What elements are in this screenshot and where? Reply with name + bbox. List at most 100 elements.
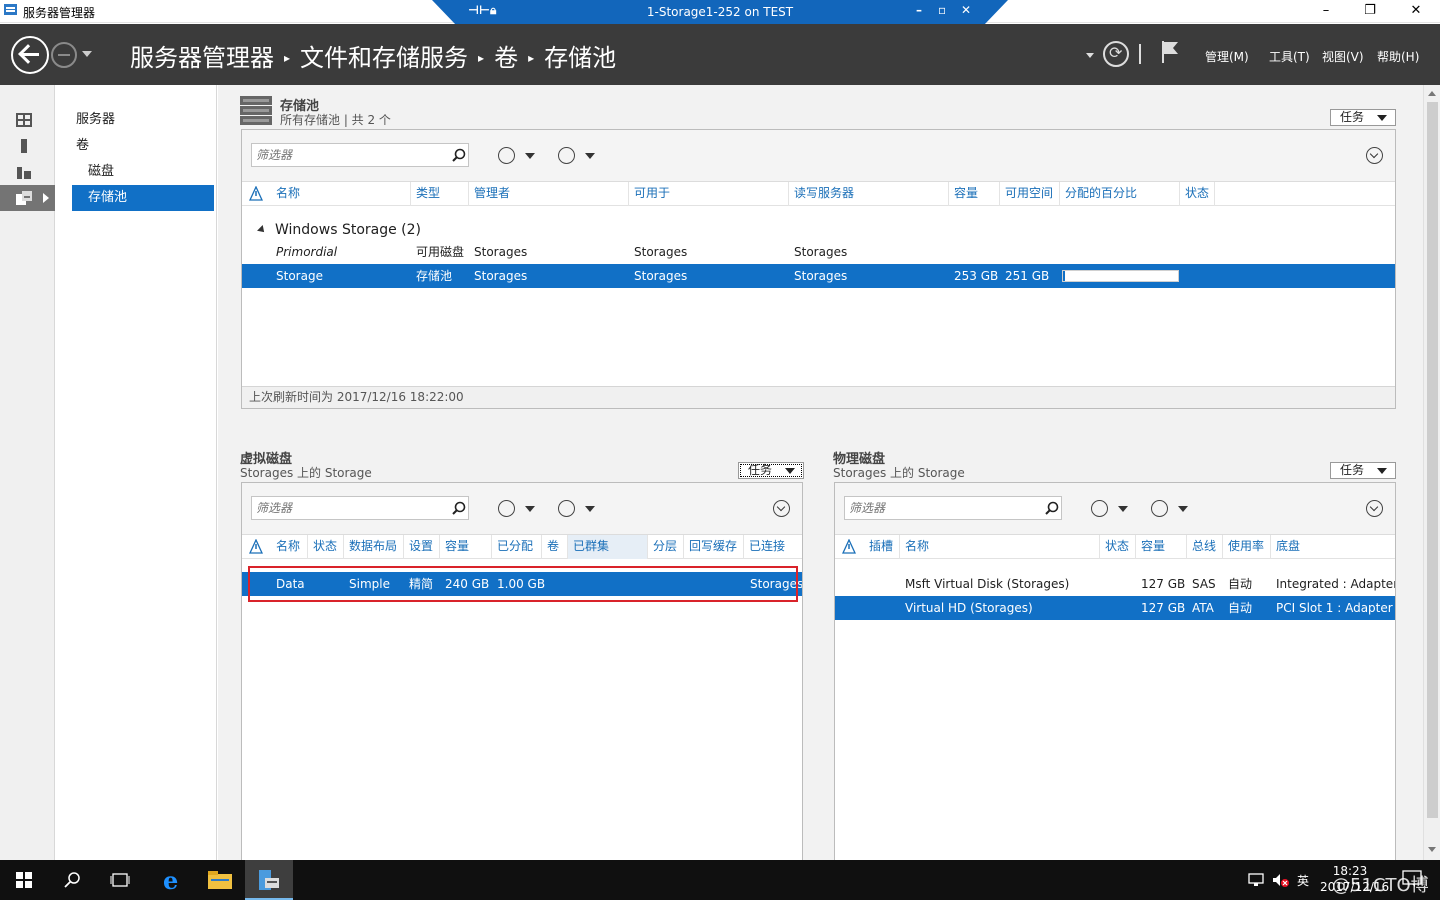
- subnav-item-servers[interactable]: 服务器: [72, 107, 214, 133]
- column-free-space[interactable]: 可用空间: [1000, 182, 1060, 206]
- column-available-to[interactable]: 可用于: [629, 182, 789, 206]
- column-capacity[interactable]: 容量: [1136, 535, 1187, 559]
- taskbar-explorer-button[interactable]: [196, 860, 244, 900]
- rail-dashboard[interactable]: [0, 107, 55, 133]
- rail-all-servers[interactable]: [0, 159, 55, 185]
- refresh-dropdown[interactable]: [1086, 53, 1094, 58]
- search-icon[interactable]: [1045, 501, 1059, 515]
- remote-close-button[interactable]: ✕: [961, 3, 971, 17]
- table-row[interactable]: Storage 存储池 Storages Storages Storages 2…: [242, 264, 1395, 288]
- vdisks-filter-input[interactable]: [251, 496, 469, 520]
- breadcrumb-item[interactable]: 卷: [494, 44, 518, 72]
- restore-button[interactable]: ❐: [1347, 0, 1393, 23]
- scroll-down-icon[interactable]: [1428, 847, 1436, 852]
- vdisks-list-options-button[interactable]: [498, 500, 536, 518]
- column-usage[interactable]: 使用率: [1223, 535, 1271, 559]
- header-divider: [1139, 44, 1141, 64]
- warning-icon[interactable]: [842, 539, 856, 554]
- column-layout[interactable]: 数据布局: [344, 535, 404, 559]
- column-writeback-cache[interactable]: 回写缓存: [684, 535, 744, 559]
- refresh-icon[interactable]: [1103, 41, 1129, 67]
- taskbar-ie-button[interactable]: e: [148, 860, 196, 900]
- forward-button[interactable]: [51, 42, 77, 68]
- column-volume[interactable]: 卷: [542, 535, 568, 559]
- pool-group-header[interactable]: Windows Storage (2): [242, 218, 1395, 242]
- column-bus[interactable]: 总线: [1187, 535, 1223, 559]
- column-chassis[interactable]: 底盘: [1271, 535, 1395, 559]
- column-clustered[interactable]: 已群集: [568, 535, 648, 559]
- pdisks-collapse-icon[interactable]: [1366, 500, 1383, 517]
- column-type[interactable]: 类型: [411, 182, 469, 206]
- breadcrumb-separator-icon: ▸: [528, 51, 535, 65]
- column-status[interactable]: 状态: [1180, 182, 1215, 206]
- vdisks-collapse-icon[interactable]: [773, 500, 790, 517]
- notifications-flag-icon[interactable]: [1161, 40, 1179, 64]
- start-button[interactable]: [0, 860, 48, 900]
- pools-list-options-button[interactable]: [498, 147, 536, 165]
- close-button[interactable]: ✕: [1393, 0, 1439, 23]
- list-icon: [498, 500, 515, 517]
- vdisks-tasks-button[interactable]: 任务: [738, 462, 804, 479]
- pdisks-filter-input[interactable]: [844, 496, 1062, 520]
- back-button[interactable]: [11, 36, 49, 74]
- vertical-scrollbar[interactable]: [1423, 85, 1440, 860]
- menu-view[interactable]: 视图(V): [1322, 48, 1364, 65]
- pools-save-query-button[interactable]: [558, 147, 596, 165]
- subnav-item-disks[interactable]: 磁盘: [72, 159, 214, 185]
- breadcrumb-item[interactable]: 文件和存储服务: [300, 44, 468, 72]
- dashboard-icon: [16, 113, 32, 127]
- task-view-button[interactable]: [96, 860, 144, 900]
- column-name[interactable]: 名称: [271, 535, 308, 559]
- subnav-item-volumes[interactable]: 卷: [72, 133, 214, 159]
- column-managed-by[interactable]: 管理者: [469, 182, 629, 206]
- rail-file-storage[interactable]: [0, 185, 55, 211]
- column-attached[interactable]: 已连接: [744, 535, 802, 559]
- column-name[interactable]: 名称: [900, 535, 1100, 559]
- pools-collapse-icon[interactable]: [1366, 147, 1383, 164]
- search-icon[interactable]: [452, 148, 466, 162]
- column-capacity[interactable]: 容量: [949, 182, 1000, 206]
- pdisks-save-query-button[interactable]: [1151, 500, 1189, 518]
- ime-indicator[interactable]: 英: [1297, 872, 1309, 889]
- breadcrumb-item[interactable]: 服务器管理器: [130, 44, 274, 72]
- pools-filter-input[interactable]: [251, 143, 469, 167]
- taskbar-search-button[interactable]: [48, 860, 96, 900]
- warning-icon[interactable]: [249, 186, 263, 201]
- column-tiering[interactable]: 分层: [648, 535, 684, 559]
- column-capacity[interactable]: 容量: [440, 535, 492, 559]
- column-status[interactable]: 状态: [308, 535, 344, 559]
- taskbar-server-manager-button[interactable]: [245, 860, 293, 900]
- vdisks-save-query-button[interactable]: [558, 500, 596, 518]
- table-row[interactable]: Primordial 可用磁盘 Storages Storages Storag…: [242, 240, 1395, 264]
- warning-icon[interactable]: [249, 539, 263, 554]
- pdisks-list-options-button[interactable]: [1091, 500, 1129, 518]
- pdisks-filter-bar: [835, 483, 1395, 535]
- column-provisioning[interactable]: 设置: [404, 535, 440, 559]
- column-rw-server[interactable]: 读写服务器: [789, 182, 949, 206]
- column-allocated-percent[interactable]: 分配的百分比: [1060, 182, 1180, 206]
- table-row[interactable]: Msft Virtual Disk (Storages) 127 GB SAS …: [835, 572, 1395, 596]
- network-icon[interactable]: [1248, 873, 1264, 887]
- history-dropdown[interactable]: [82, 51, 92, 57]
- rail-local-server[interactable]: [0, 133, 55, 159]
- subnav-item-storage-pools[interactable]: 存储池: [72, 185, 214, 211]
- column-name[interactable]: 名称: [271, 182, 411, 206]
- menu-help[interactable]: 帮助(H): [1377, 48, 1419, 65]
- remote-minimize-button[interactable]: –: [916, 3, 922, 17]
- pools-tasks-button[interactable]: 任务: [1330, 109, 1396, 126]
- table-row[interactable]: Virtual HD (Storages) 127 GB ATA 自动 PCI …: [835, 596, 1395, 620]
- collapse-triangle-icon[interactable]: [257, 225, 267, 235]
- scroll-up-icon[interactable]: [1428, 91, 1436, 96]
- column-slot[interactable]: 插槽: [864, 535, 900, 559]
- scroll-thumb[interactable]: [1427, 102, 1438, 818]
- menu-manage[interactable]: 管理(M): [1205, 48, 1249, 65]
- minimize-button[interactable]: –: [1303, 0, 1349, 23]
- menu-tools[interactable]: 工具(T): [1269, 48, 1310, 65]
- remote-restore-button[interactable]: ▫: [938, 3, 946, 17]
- column-status[interactable]: 状态: [1100, 535, 1136, 559]
- pdisks-tasks-button[interactable]: 任务: [1330, 462, 1396, 479]
- volume-muted-icon[interactable]: [1272, 873, 1290, 887]
- column-allocated[interactable]: 已分配: [492, 535, 542, 559]
- breadcrumb-item[interactable]: 存储池: [544, 44, 616, 72]
- search-icon[interactable]: [452, 501, 466, 515]
